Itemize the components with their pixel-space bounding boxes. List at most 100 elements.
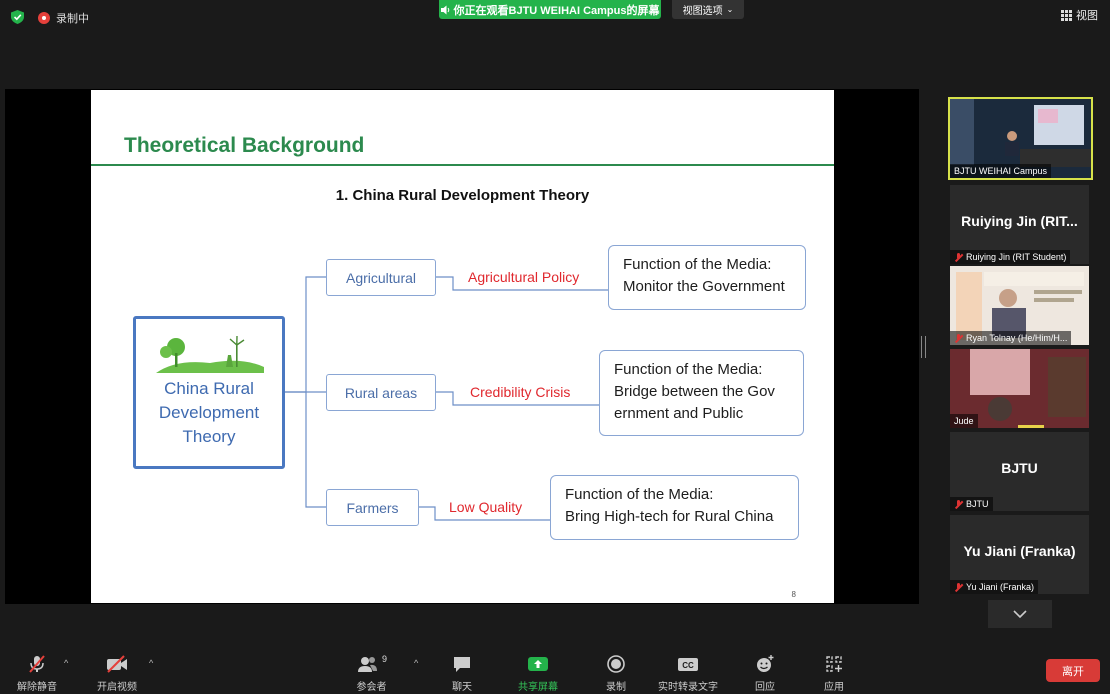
node-farmers: Farmers: [326, 489, 419, 526]
record-label: 录制: [606, 682, 626, 693]
closed-caption-icon: CC: [677, 654, 699, 674]
top-bar: 录制中 你正在观看BJTU WEIHAI Campus的屏幕 视图选项 ⌄ 视图: [0, 0, 1110, 34]
participants-options-caret-icon[interactable]: ^: [414, 658, 418, 668]
split-drag-handle[interactable]: [921, 336, 926, 358]
slide-page-number: 8: [791, 590, 796, 599]
live-transcript-button[interactable]: CC 实时转录文字: [658, 654, 718, 693]
shield-icon[interactable]: [11, 10, 24, 24]
recording-indicator[interactable]: 录制中: [38, 10, 89, 26]
participants-icon: 9: [356, 654, 387, 674]
function-box-3: Function of the Media: Bring High-tech f…: [550, 475, 799, 540]
function-line: Function of the Media:: [614, 361, 763, 378]
function-box-2: Function of the Media: Bridge between th…: [599, 350, 804, 436]
participant-tile-active[interactable]: BJTU WEIHAI Campus: [948, 97, 1093, 180]
apps-label: 应用: [824, 682, 844, 693]
participant-name: Ryan Tolnay (He/Him/H...: [966, 333, 1068, 343]
participants-button[interactable]: 9 参会者: [356, 654, 388, 693]
share-screen-button[interactable]: 共享屏幕: [518, 654, 558, 693]
record-icon: [606, 654, 626, 674]
chat-icon: [452, 654, 472, 674]
participant-tile[interactable]: Ryan Tolnay (He/Him/H...: [950, 266, 1089, 345]
center-box-text: China Rural Development Theory: [136, 377, 282, 449]
rural-landscape-icon: [156, 335, 264, 373]
participant-name: Ruiying Jin (RIT Student): [966, 252, 1067, 262]
muted-mic-icon: [954, 333, 963, 343]
function-box-1: Function of the Media: Monitor the Gover…: [608, 245, 806, 310]
participants-label: 参会者: [356, 682, 387, 693]
view-options-button[interactable]: 视图选项 ⌄: [672, 0, 744, 19]
participants-count: 9: [382, 654, 388, 664]
participant-tile[interactable]: Ruiying Jin (RIT... Ruiying Jin (RIT Stu…: [950, 185, 1089, 264]
share-screen-icon: [527, 654, 549, 674]
reactions-label: 回应: [755, 682, 775, 693]
meeting-toolbar: 解除静音 ^ 开启视频 ^ 9 参会者 ^ 聊天 共享屏幕 录制 CC 实时转录…: [0, 640, 1110, 694]
issue-credibility-crisis: Credibility Crisis: [470, 384, 571, 400]
speaker-icon: [440, 5, 449, 14]
function-line: Monitor the Government: [623, 278, 785, 295]
scroll-participants-down-button[interactable]: [988, 600, 1052, 628]
zoom-meeting-window: 录制中 你正在观看BJTU WEIHAI Campus的屏幕 视图选项 ⌄ 视图…: [0, 0, 1110, 694]
participant-tile[interactable]: Yu Jiani (Franka) Yu Jiani (Franka): [950, 515, 1089, 594]
muted-mic-icon: [954, 582, 963, 592]
center-line: China Rural: [164, 379, 254, 398]
participant-name: Jude: [950, 414, 978, 428]
leave-meeting-button[interactable]: 离开: [1046, 659, 1100, 682]
live-transcript-label: 实时转录文字: [658, 682, 718, 693]
chevron-down-icon: ⌄: [726, 5, 734, 14]
muted-mic-icon: [27, 654, 47, 674]
record-button[interactable]: 录制: [606, 654, 626, 693]
view-options-label: 视图选项: [682, 6, 723, 17]
participant-display-name: Ruiying Jin (RIT...: [961, 213, 1078, 229]
chat-button[interactable]: 聊天: [452, 654, 472, 693]
issue-low-quality: Low Quality: [449, 499, 523, 515]
unmute-label: 解除静音: [17, 682, 57, 693]
participant-name: BJTU: [966, 499, 989, 509]
audio-options-caret-icon[interactable]: ^: [64, 658, 68, 668]
grid-view-icon: [1061, 9, 1072, 21]
view-button-label: 视图: [1076, 10, 1098, 22]
chat-label: 聊天: [452, 682, 472, 693]
participant-tile[interactable]: Jude: [950, 349, 1089, 428]
participant-name: Yu Jiani (Franka): [966, 582, 1035, 592]
apps-icon: [824, 654, 844, 674]
participant-label: Ruiying Jin (RIT Student): [950, 250, 1071, 264]
participant-display-name: Yu Jiani (Franka): [963, 543, 1076, 559]
video-options-caret-icon[interactable]: ^: [149, 658, 153, 668]
participant-label: Ryan Tolnay (He/Him/H...: [950, 331, 1072, 345]
start-video-label: 开启视频: [97, 682, 137, 693]
record-dot-icon: [38, 12, 50, 24]
share-banner: 你正在观看BJTU WEIHAI Campus的屏幕: [439, 0, 661, 19]
video-off-icon: [105, 654, 129, 674]
view-button[interactable]: 视图: [1061, 7, 1098, 23]
function-line: Bridge between the Gov: [614, 383, 775, 400]
share-screen-label: 共享屏幕: [518, 682, 558, 693]
participant-display-name: BJTU: [1001, 460, 1038, 476]
participant-tile[interactable]: BJTU BJTU: [950, 432, 1089, 511]
muted-mic-icon: [954, 252, 963, 262]
participant-name: BJTU WEIHAI Campus: [950, 164, 1052, 178]
presentation-slide: Theoretical Background 1. China Rural De…: [91, 90, 834, 603]
apps-button[interactable]: 应用: [824, 654, 844, 693]
participant-label: Yu Jiani (Franka): [950, 580, 1039, 594]
function-line: ernment and Public: [614, 405, 744, 422]
participant-label: BJTU: [950, 497, 993, 511]
issue-agricultural-policy: Agricultural Policy: [468, 269, 580, 285]
function-line: Function of the Media:: [623, 256, 772, 273]
muted-mic-icon: [954, 499, 963, 509]
china-rural-development-box: China Rural Development Theory: [133, 316, 285, 469]
center-line: Development: [158, 403, 260, 422]
chevron-down-icon: [1013, 610, 1027, 618]
function-line: Bring High-tech for Rural China: [565, 508, 774, 525]
reactions-button[interactable]: 回应: [755, 654, 775, 693]
node-agricultural: Agricultural: [326, 259, 436, 296]
svg-text:CC: CC: [682, 661, 694, 670]
share-banner-text: 你正在观看BJTU WEIHAI Campus的屏幕: [453, 4, 660, 17]
recording-label: 录制中: [56, 13, 89, 25]
function-line: Function of the Media:: [565, 486, 714, 503]
shared-screen: Theoretical Background 1. China Rural De…: [5, 89, 919, 604]
unmute-button[interactable]: 解除静音: [17, 654, 57, 693]
center-line: Theory: [182, 427, 236, 446]
node-rural-areas: Rural areas: [326, 374, 436, 411]
emoji-reaction-icon: [755, 654, 775, 674]
start-video-button[interactable]: 开启视频: [97, 654, 137, 693]
